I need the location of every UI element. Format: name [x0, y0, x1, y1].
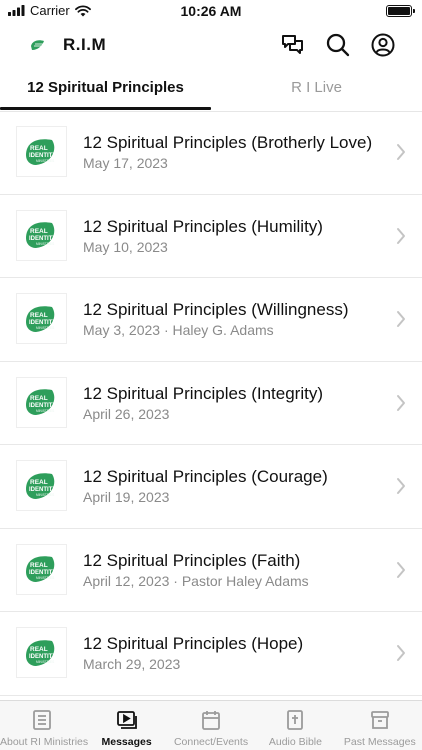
- tab-bar: 12 Spiritual Principles R I Live: [0, 70, 422, 112]
- message-subtitle: March 29, 2023: [83, 656, 181, 672]
- svg-text:MINISTRIES: MINISTRIES: [36, 576, 54, 580]
- message-subtitle: April 12, 2023 · Pastor Haley Adams: [83, 572, 309, 589]
- app-header: R.I.M: [0, 26, 422, 64]
- message-row[interactable]: REAL IDENTITY MINISTRIES 12 Spiritual Pr…: [0, 278, 422, 362]
- chevron-right-icon: [397, 478, 405, 494]
- message-thumbnail: REAL IDENTITY MINISTRIES: [16, 293, 67, 344]
- real-identity-logo: REAL IDENTITY MINISTRIES: [25, 639, 56, 666]
- svg-text:REAL: REAL: [30, 562, 48, 569]
- real-identity-logo: REAL IDENTITY MINISTRIES: [25, 556, 56, 582]
- svg-text:MINISTRIES: MINISTRIES: [36, 242, 54, 246]
- chevron-right-icon: [397, 311, 405, 327]
- archive-icon: [370, 711, 389, 729]
- real-identity-logo: REAL IDENTITY MINISTRIES: [25, 305, 56, 332]
- message-subtitle: April 26, 2023: [83, 405, 170, 422]
- message-thumbnail: REAL IDENTITY MINISTRIES: [16, 543, 67, 595]
- svg-text:MINISTRIES: MINISTRIES: [36, 493, 54, 497]
- search-icon[interactable]: [325, 32, 351, 58]
- message-subtitle: April 19, 2023: [83, 489, 170, 505]
- message-thumbnail: REAL IDENTITY MINISTRIES: [16, 126, 67, 177]
- nav-past-messages[interactable]: Past Messages: [338, 701, 422, 750]
- status-time: 10:26 AM: [180, 3, 242, 19]
- message-thumbnail: REAL IDENTITY MINISTRIES: [16, 209, 67, 261]
- message-subtitle: May 3, 2023 · Haley G. Adams: [83, 322, 274, 338]
- video-icon: [116, 711, 137, 729]
- nav-about[interactable]: About RI Ministries: [0, 701, 89, 750]
- chevron-right-icon: [397, 645, 405, 661]
- message-thumbnail: REAL IDENTITY MINISTRIES: [16, 627, 67, 678]
- real-identity-logo: REAL IDENTITY MINISTRIES: [25, 472, 56, 499]
- message-list: REAL IDENTITY MINISTRIES 12 Spiritual Pr…: [0, 111, 422, 696]
- nav-messages-label: Messages: [101, 736, 152, 748]
- bottom-tab-bar: About RI Ministries Messages Connect/Eve…: [0, 700, 422, 750]
- active-tab-indicator: [0, 107, 211, 110]
- tab-spiritual-principles[interactable]: 12 Spiritual Principles: [0, 70, 211, 110]
- tab-ri-live[interactable]: R I Live: [211, 70, 422, 110]
- real-identity-logo: REAL IDENTITY MINISTRIES: [25, 138, 56, 165]
- message-thumbnail: REAL IDENTITY MINISTRIES: [16, 376, 67, 428]
- chevron-right-icon: [397, 144, 405, 160]
- bible-icon: [287, 710, 304, 730]
- battery-icon: [386, 5, 415, 17]
- book-icon: [33, 710, 52, 730]
- chat-icon[interactable]: [280, 32, 306, 58]
- message-row[interactable]: REAL IDENTITY MINISTRIES 12 Spiritual Pr…: [0, 362, 422, 445]
- message-title: 12 Spiritual Principles (Brotherly Love): [83, 133, 373, 152]
- message-row[interactable]: REAL IDENTITY MINISTRIES 12 Spiritual Pr…: [0, 111, 422, 195]
- svg-text:MINISTRIES: MINISTRIES: [36, 409, 54, 413]
- message-row[interactable]: REAL IDENTITY MINISTRIES 12 Spiritual Pr…: [0, 445, 422, 529]
- message-title: 12 Spiritual Principles (Integrity): [83, 383, 323, 403]
- svg-text:REAL: REAL: [30, 145, 48, 152]
- nav-messages[interactable]: Messages: [84, 701, 168, 750]
- message-subtitle: May 17, 2023: [83, 155, 168, 171]
- status-bar: Carrier 10:26 AM: [0, 0, 422, 22]
- svg-text:MINISTRIES: MINISTRIES: [36, 326, 54, 330]
- message-title: 12 Spiritual Principles (Willingness): [83, 300, 349, 319]
- message-title: 12 Spiritual Principles (Hope): [83, 634, 304, 653]
- profile-icon[interactable]: [370, 32, 396, 58]
- message-title: 12 Spiritual Principles (Faith): [83, 550, 301, 570]
- svg-text:REAL: REAL: [30, 395, 48, 402]
- nav-past-messages-label: Past Messages: [343, 736, 416, 748]
- nav-about-label: About RI Ministries: [0, 736, 89, 748]
- message-row[interactable]: REAL IDENTITY MINISTRIES 12 Spiritual Pr…: [0, 612, 422, 696]
- app-title: R.I.M: [63, 35, 107, 54]
- message-row[interactable]: REAL IDENTITY MINISTRIES 12 Spiritual Pr…: [0, 529, 422, 612]
- chevron-right-icon: [397, 227, 405, 244]
- calendar-icon: [202, 711, 220, 730]
- real-identity-logo: REAL IDENTITY MINISTRIES: [25, 222, 56, 248]
- svg-text:REAL: REAL: [30, 646, 48, 653]
- svg-text:MINISTRIES: MINISTRIES: [36, 660, 54, 664]
- message-subtitle: May 10, 2023: [83, 238, 168, 255]
- app-logo-icon: [31, 40, 44, 50]
- svg-text:REAL: REAL: [30, 228, 48, 235]
- chevron-right-icon: [397, 561, 405, 578]
- svg-text:REAL: REAL: [30, 479, 48, 486]
- chevron-right-icon: [397, 394, 405, 411]
- svg-text:MINISTRIES: MINISTRIES: [36, 159, 54, 163]
- real-identity-logo: REAL IDENTITY MINISTRIES: [25, 389, 56, 415]
- nav-audio-bible-label: Audio Bible: [268, 736, 322, 748]
- nav-audio-bible[interactable]: Audio Bible: [253, 701, 337, 750]
- svg-text:REAL: REAL: [30, 312, 48, 319]
- nav-events[interactable]: Connect/Events: [169, 701, 253, 750]
- nav-events-label: Connect/Events: [173, 736, 249, 748]
- message-title: 12 Spiritual Principles (Humility): [83, 216, 323, 236]
- message-thumbnail: REAL IDENTITY MINISTRIES: [16, 460, 67, 511]
- message-title: 12 Spiritual Principles (Courage): [83, 467, 328, 486]
- message-row[interactable]: REAL IDENTITY MINISTRIES 12 Spiritual Pr…: [0, 195, 422, 278]
